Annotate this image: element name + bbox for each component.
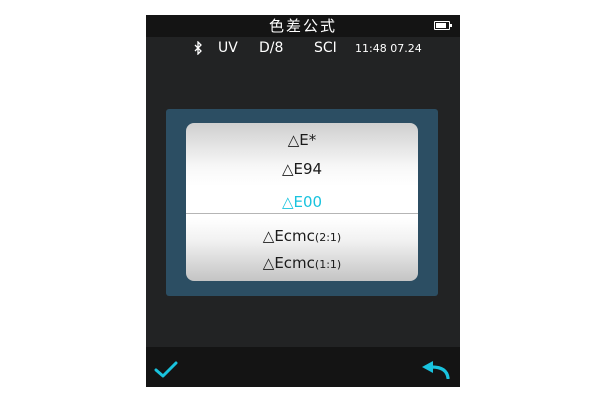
option-label: △E*	[287, 131, 317, 149]
geometry-label: D/8	[259, 40, 284, 56]
formula-option-de-star[interactable]: △E*	[186, 131, 418, 149]
formula-option-decmc-2-1[interactable]: △Ecmc(2:1)	[186, 227, 418, 245]
back-arrow-icon[interactable]	[420, 361, 450, 379]
option-label: △Ecmc	[262, 254, 315, 272]
page-title: 色差公式	[268, 17, 337, 35]
formula-option-decmc-1-1[interactable]: △Ecmc(1:1)	[186, 254, 418, 272]
battery-icon	[434, 21, 452, 30]
light-source-label: UV	[218, 40, 238, 56]
formula-option-de00-selected[interactable]: △E00	[186, 191, 418, 214]
page: 色差公式 UV D/8 SCI 11:48 07.24 △E* △E94 △E0…	[0, 0, 600, 400]
mode-label: SCI	[314, 40, 337, 56]
option-suffix: (2:1)	[314, 231, 342, 244]
bluetooth-icon	[193, 41, 203, 55]
formula-select-panel: △E* △E94 △E00 △Ecmc(2:1) △Ecmc(1:1)	[166, 109, 438, 296]
checkmark-icon[interactable]	[154, 361, 178, 379]
option-label: △E00	[281, 193, 323, 211]
status-bar: UV D/8 SCI 11:48 07.24	[146, 37, 460, 59]
title-bar: 色差公式	[146, 15, 460, 37]
formula-option-de94[interactable]: △E94	[186, 160, 418, 178]
formula-option-list[interactable]: △E* △E94 △E00 △Ecmc(2:1) △Ecmc(1:1)	[186, 123, 418, 281]
option-label: △E94	[281, 160, 323, 178]
option-label: △Ecmc	[262, 227, 315, 245]
option-suffix: (1:1)	[314, 258, 342, 271]
bottom-bar	[146, 347, 460, 387]
time-date-label: 11:48 07.24	[355, 42, 422, 55]
device-screen: 色差公式 UV D/8 SCI 11:48 07.24 △E* △E94 △E0…	[146, 15, 460, 387]
